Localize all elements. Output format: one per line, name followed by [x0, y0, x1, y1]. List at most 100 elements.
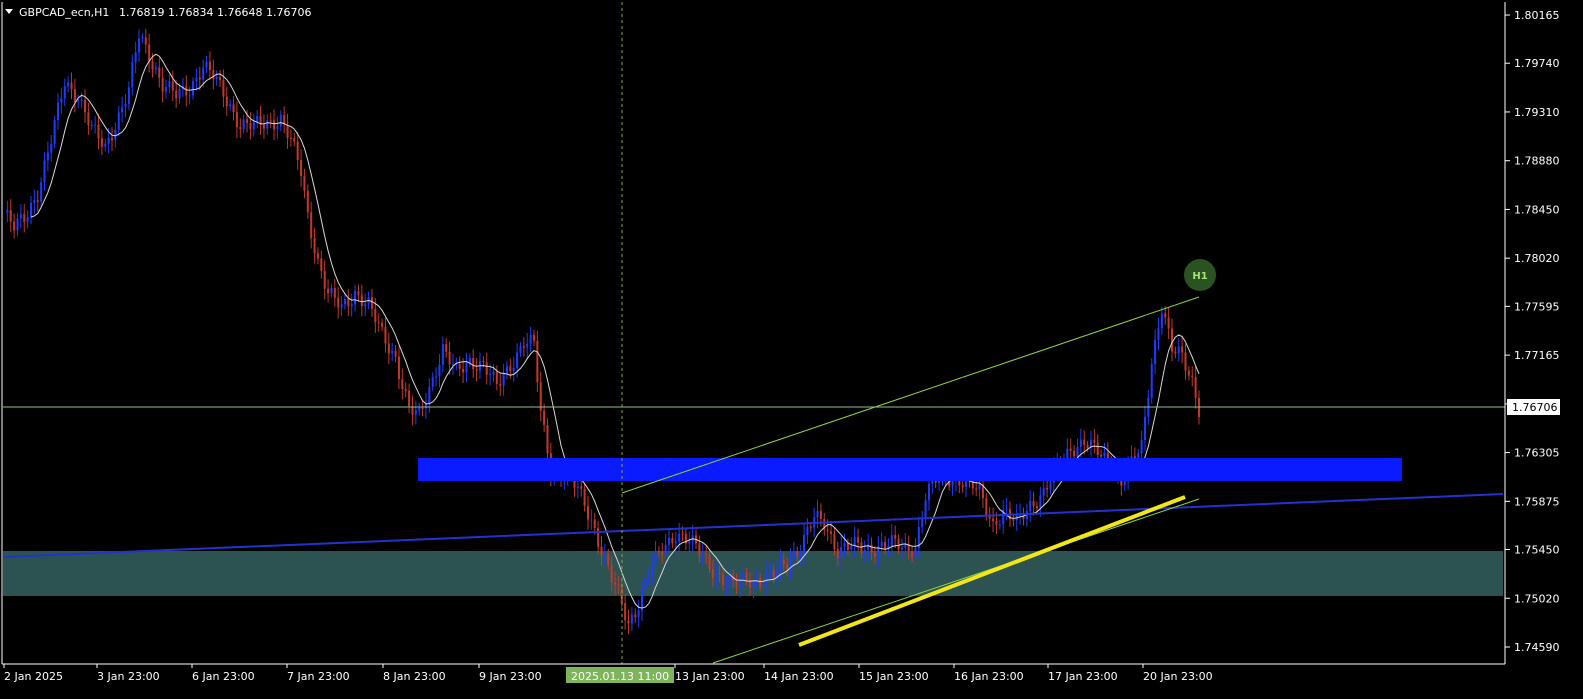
candle-bull: [1140, 440, 1143, 454]
candle-bear: [870, 544, 873, 553]
candle-bull: [127, 87, 130, 105]
candle-bear: [232, 104, 235, 113]
timeframe-marker[interactable]: H1: [1184, 259, 1216, 291]
candle-bull: [880, 542, 883, 547]
candle-bear: [347, 299, 350, 307]
candle-bull: [1123, 481, 1126, 486]
dropdown-triangle-icon[interactable]: [5, 9, 13, 14]
candle-bull: [769, 570, 772, 572]
candle-bear: [458, 363, 461, 369]
candle-bear: [1012, 519, 1015, 521]
candle-bear: [1184, 352, 1187, 371]
candle-bear: [1093, 439, 1096, 443]
candle-bull: [50, 143, 53, 153]
candle-bear: [296, 141, 299, 160]
candle-bear: [634, 614, 637, 618]
candle-bull: [141, 37, 144, 39]
candle-bear: [333, 288, 336, 298]
candle-bear: [212, 70, 215, 80]
candle-bear: [286, 124, 289, 139]
candle-bull: [188, 95, 191, 97]
candle-bear: [897, 538, 900, 550]
candle-bear: [397, 356, 400, 380]
price-tick-label: 1.78880: [1514, 155, 1560, 168]
candle-bull: [900, 547, 903, 550]
candle-bear: [445, 344, 448, 352]
candle-bull: [435, 376, 438, 378]
candle-bull: [1177, 346, 1180, 354]
price-tick-label: 1.75875: [1514, 495, 1560, 508]
candle-bull: [526, 343, 529, 348]
candle-bear: [87, 112, 90, 126]
candle-bear: [586, 505, 590, 520]
candle-bear: [782, 559, 785, 565]
candle-bull: [205, 61, 208, 68]
time-tick-label: 13 Jan 23:00: [675, 670, 745, 683]
candle-bull: [178, 88, 181, 99]
price-tick-label: 1.78020: [1514, 252, 1560, 265]
candle-bear: [1035, 506, 1038, 509]
candle-bear: [580, 486, 583, 489]
candle-bear: [522, 346, 525, 348]
candle-bull: [154, 67, 157, 70]
candle-bear: [1167, 317, 1170, 329]
candle-bear: [401, 379, 404, 390]
candle-bear: [320, 258, 323, 271]
candle-bear: [509, 366, 512, 372]
price-tick-label: 1.80165: [1514, 9, 1560, 22]
candle-bull: [215, 77, 218, 80]
price-chart[interactable]: H1 1.80165 1.79740 1.79310 1.78880 1.78450 1.…: [0, 0, 1583, 695]
candle-bear: [532, 334, 535, 341]
candle-bear: [225, 96, 228, 106]
candle-bull: [765, 571, 768, 584]
price-tick-label: 1.75020: [1514, 592, 1560, 605]
candle-bear: [262, 124, 265, 129]
candle-bull: [441, 344, 444, 365]
candle-bull: [688, 541, 691, 544]
candle-bull: [637, 610, 640, 618]
candle-bull: [165, 86, 168, 92]
candle-bear: [1194, 376, 1197, 398]
candle-bull: [1079, 439, 1082, 447]
price-tick-label: 1.76305: [1514, 447, 1560, 460]
candle-bull: [951, 480, 954, 487]
candle-bear: [617, 584, 620, 586]
candle-bear: [600, 546, 603, 556]
candle-bear: [387, 343, 390, 354]
time-tick-label: 14 Jan 23:00: [764, 670, 834, 683]
candle-bull: [117, 112, 120, 130]
candle-bear: [84, 99, 87, 113]
candle-bear: [208, 61, 211, 71]
chart-canvas[interactable]: H1 1.801651.797401.793101.788801.784501.…: [0, 0, 1583, 695]
chart-header: GBPCAD_ecn,H1 1.76819 1.76834 1.76648 1.…: [5, 6, 311, 19]
candle-bear: [310, 212, 313, 239]
candle-bear: [185, 86, 188, 96]
candle-bear: [992, 518, 995, 522]
candle-bear: [711, 568, 714, 579]
candle-bull: [391, 350, 394, 354]
candle-bear: [543, 410, 546, 426]
candle-bear: [698, 543, 701, 556]
time-tick-label: 15 Jan 23:00: [859, 670, 929, 683]
price-tick-label: 1.79310: [1514, 106, 1560, 119]
candle-bear: [620, 585, 623, 604]
resistance-zone-blue[interactable]: [418, 458, 1402, 481]
candle-bull: [914, 548, 917, 558]
candle-bear: [1164, 313, 1167, 318]
candle-bear: [485, 362, 488, 375]
candle-bull: [364, 303, 367, 307]
candle-bear: [583, 488, 586, 506]
candle-bear: [448, 351, 451, 365]
candle-bull: [33, 200, 36, 204]
candle-bull: [1143, 416, 1147, 441]
candle-bear: [1174, 351, 1177, 354]
candle-bear: [36, 200, 39, 202]
candle-bull: [803, 535, 806, 554]
candle-bear: [1170, 328, 1174, 352]
candle-bull: [340, 304, 343, 308]
candle-bull: [53, 120, 56, 144]
candle-bear: [722, 574, 725, 586]
trendline-blue[interactable]: [2, 493, 1504, 558]
candle-bull: [46, 152, 49, 161]
candle-bear: [681, 533, 684, 535]
